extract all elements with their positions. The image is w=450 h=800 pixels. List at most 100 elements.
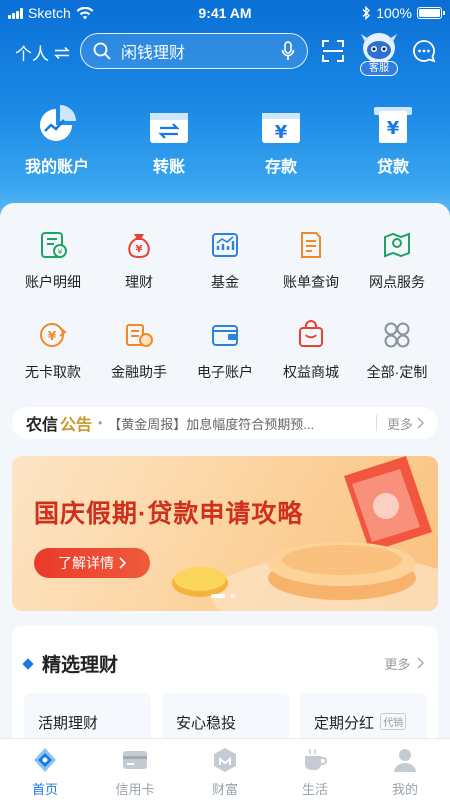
carousel-dot xyxy=(211,594,225,598)
quick-label: 我的账户 xyxy=(24,159,89,176)
quick-label: 转账 xyxy=(152,159,185,176)
cardless-withdraw-icon: ¥ xyxy=(40,323,67,347)
life-cup-icon xyxy=(305,748,327,770)
tab-life[interactable]: 生活 xyxy=(270,747,360,798)
persona-label: 个人 xyxy=(15,45,49,64)
search-input[interactable]: 闲钱理财 xyxy=(80,33,308,69)
banner-illustration xyxy=(172,456,438,611)
service-label: 权益商城 xyxy=(283,364,339,380)
battery-percent: 100% xyxy=(376,5,412,21)
section-more-label: 更多 xyxy=(384,657,411,672)
scan-icon[interactable] xyxy=(322,40,344,62)
money-bag-icon: ¥ xyxy=(128,234,150,259)
search-icon xyxy=(93,42,111,60)
banner-cta-button[interactable]: 了解详情 xyxy=(34,548,150,578)
service-label: 无卡取款 xyxy=(25,364,81,380)
notice-divider xyxy=(375,415,377,431)
branch-map-icon xyxy=(384,232,410,258)
notice-message: 【黄金周报】加息幅度符合预期预... xyxy=(108,416,315,432)
svg-text:¥: ¥ xyxy=(48,329,57,343)
service-wealth[interactable]: ¥ 理财 xyxy=(94,227,184,292)
search-placeholder: 闲钱理财 xyxy=(121,45,186,62)
status-bar: Sketch 9:41 AM 100% xyxy=(0,0,450,26)
product-name: 活期理财 xyxy=(38,715,99,732)
notice-brand: 农信 xyxy=(26,417,59,434)
carousel-dot xyxy=(230,594,235,598)
service-branch[interactable]: 网点服务 xyxy=(352,227,442,292)
shop-bag-icon xyxy=(299,320,323,347)
chevron-right-icon xyxy=(119,557,126,569)
bottom-tab-bar: 首页 信用卡 财富 生活 我的 xyxy=(0,738,450,800)
service-e-account[interactable]: 电子账户 xyxy=(180,317,270,382)
notice-bar[interactable]: 农信 公告 • 【黄金周报】加息幅度符合预期预... 更多 xyxy=(12,407,438,439)
tab-wealth[interactable]: 财富 xyxy=(180,747,270,798)
service-all-custom[interactable]: 全部·定制 xyxy=(352,317,442,382)
quick-loan[interactable]: ¥ 贷款 xyxy=(348,103,438,177)
section-header: 精选理财 xyxy=(22,650,119,677)
quick-label: 贷款 xyxy=(376,159,409,176)
top-nav: 个人 闲钱理财 客服 xyxy=(0,28,450,76)
service-shop[interactable]: 权益商城 xyxy=(266,317,356,382)
account-detail-icon: ¥ xyxy=(41,232,67,258)
svg-text:¥: ¥ xyxy=(387,118,400,139)
credit-card-icon xyxy=(123,751,147,769)
quick-actions: 我的账户 转账 ¥ 存款 ¥ 贷款 xyxy=(0,103,450,183)
service-label: 理财 xyxy=(125,274,153,290)
service-label: 客服 xyxy=(360,61,398,76)
carousel-indicator xyxy=(211,594,235,598)
tab-label: 生活 xyxy=(301,782,328,797)
diamond-icon xyxy=(22,657,34,670)
service-label: 金融助手 xyxy=(111,364,167,380)
service-bill-query[interactable]: 账单查询 xyxy=(266,227,356,292)
service-label: 账户明细 xyxy=(25,274,81,290)
featured-wealth-section: 精选理财 更多 活期理财 安心稳投 定期分红 代销 xyxy=(12,626,438,753)
quick-label: 存款 xyxy=(264,159,297,176)
tab-label: 首页 xyxy=(31,782,58,797)
service-label: 全部·定制 xyxy=(366,364,428,380)
section-more-link[interactable]: 更多 xyxy=(384,654,425,673)
tab-label: 财富 xyxy=(211,782,238,797)
main-card: ¥ 账户明细 ¥ 理财 基金 账单查询 网点服务 ¥ 无卡取款 金融助手 电子账… xyxy=(0,203,450,753)
product-name: 定期分红 xyxy=(314,715,375,732)
switch-arrows-icon xyxy=(54,46,70,59)
service-assistant[interactable]: 金融助手 xyxy=(94,317,184,382)
battery-icon xyxy=(417,7,445,19)
home-icon xyxy=(34,748,56,772)
notice-more-link[interactable]: 更多 xyxy=(387,414,413,433)
notice-brand-suffix: 公告 xyxy=(60,417,93,434)
customer-service-button[interactable]: 客服 xyxy=(358,28,400,76)
profile-icon xyxy=(394,749,416,772)
product-name: 安心稳投 xyxy=(176,715,237,732)
promo-banner[interactable]: 国庆假期·贷款申请攻略 了解详情 xyxy=(12,456,438,611)
chevron-right-icon xyxy=(417,657,425,669)
service-fund[interactable]: 基金 xyxy=(180,227,270,292)
persona-switch[interactable]: 个人 xyxy=(15,40,70,65)
section-title: 精选理财 xyxy=(42,655,119,676)
chevron-right-icon xyxy=(417,417,424,429)
notice-dot: • xyxy=(98,416,103,430)
svg-text:¥: ¥ xyxy=(57,248,62,257)
e-wallet-icon xyxy=(212,325,238,346)
service-label: 网点服务 xyxy=(369,274,425,290)
banner-title: 国庆假期·贷款申请攻略 xyxy=(34,500,304,528)
quick-my-account[interactable]: 我的账户 xyxy=(12,103,102,177)
tab-home[interactable]: 首页 xyxy=(0,747,90,798)
tab-credit-card[interactable]: 信用卡 xyxy=(90,747,180,798)
tab-profile[interactable]: 我的 xyxy=(360,747,450,798)
service-account-detail[interactable]: ¥ 账户明细 xyxy=(8,227,98,292)
bluetooth-icon xyxy=(362,6,371,20)
banner-cta-label: 了解详情 xyxy=(58,555,114,571)
tab-label: 信用卡 xyxy=(115,782,155,797)
service-label: 账单查询 xyxy=(283,274,339,290)
quick-deposit[interactable]: ¥ 存款 xyxy=(236,103,326,177)
fund-chart-icon xyxy=(212,233,238,257)
service-label: 电子账户 xyxy=(197,364,253,380)
wealth-icon xyxy=(214,748,236,772)
message-icon[interactable] xyxy=(412,39,436,63)
all-grid-icon xyxy=(384,322,410,348)
microphone-icon[interactable] xyxy=(281,41,295,61)
service-cardless[interactable]: ¥ 无卡取款 xyxy=(8,317,98,382)
finance-assistant-icon xyxy=(126,324,153,347)
service-label: 基金 xyxy=(211,274,239,290)
quick-transfer[interactable]: 转账 xyxy=(124,103,214,177)
